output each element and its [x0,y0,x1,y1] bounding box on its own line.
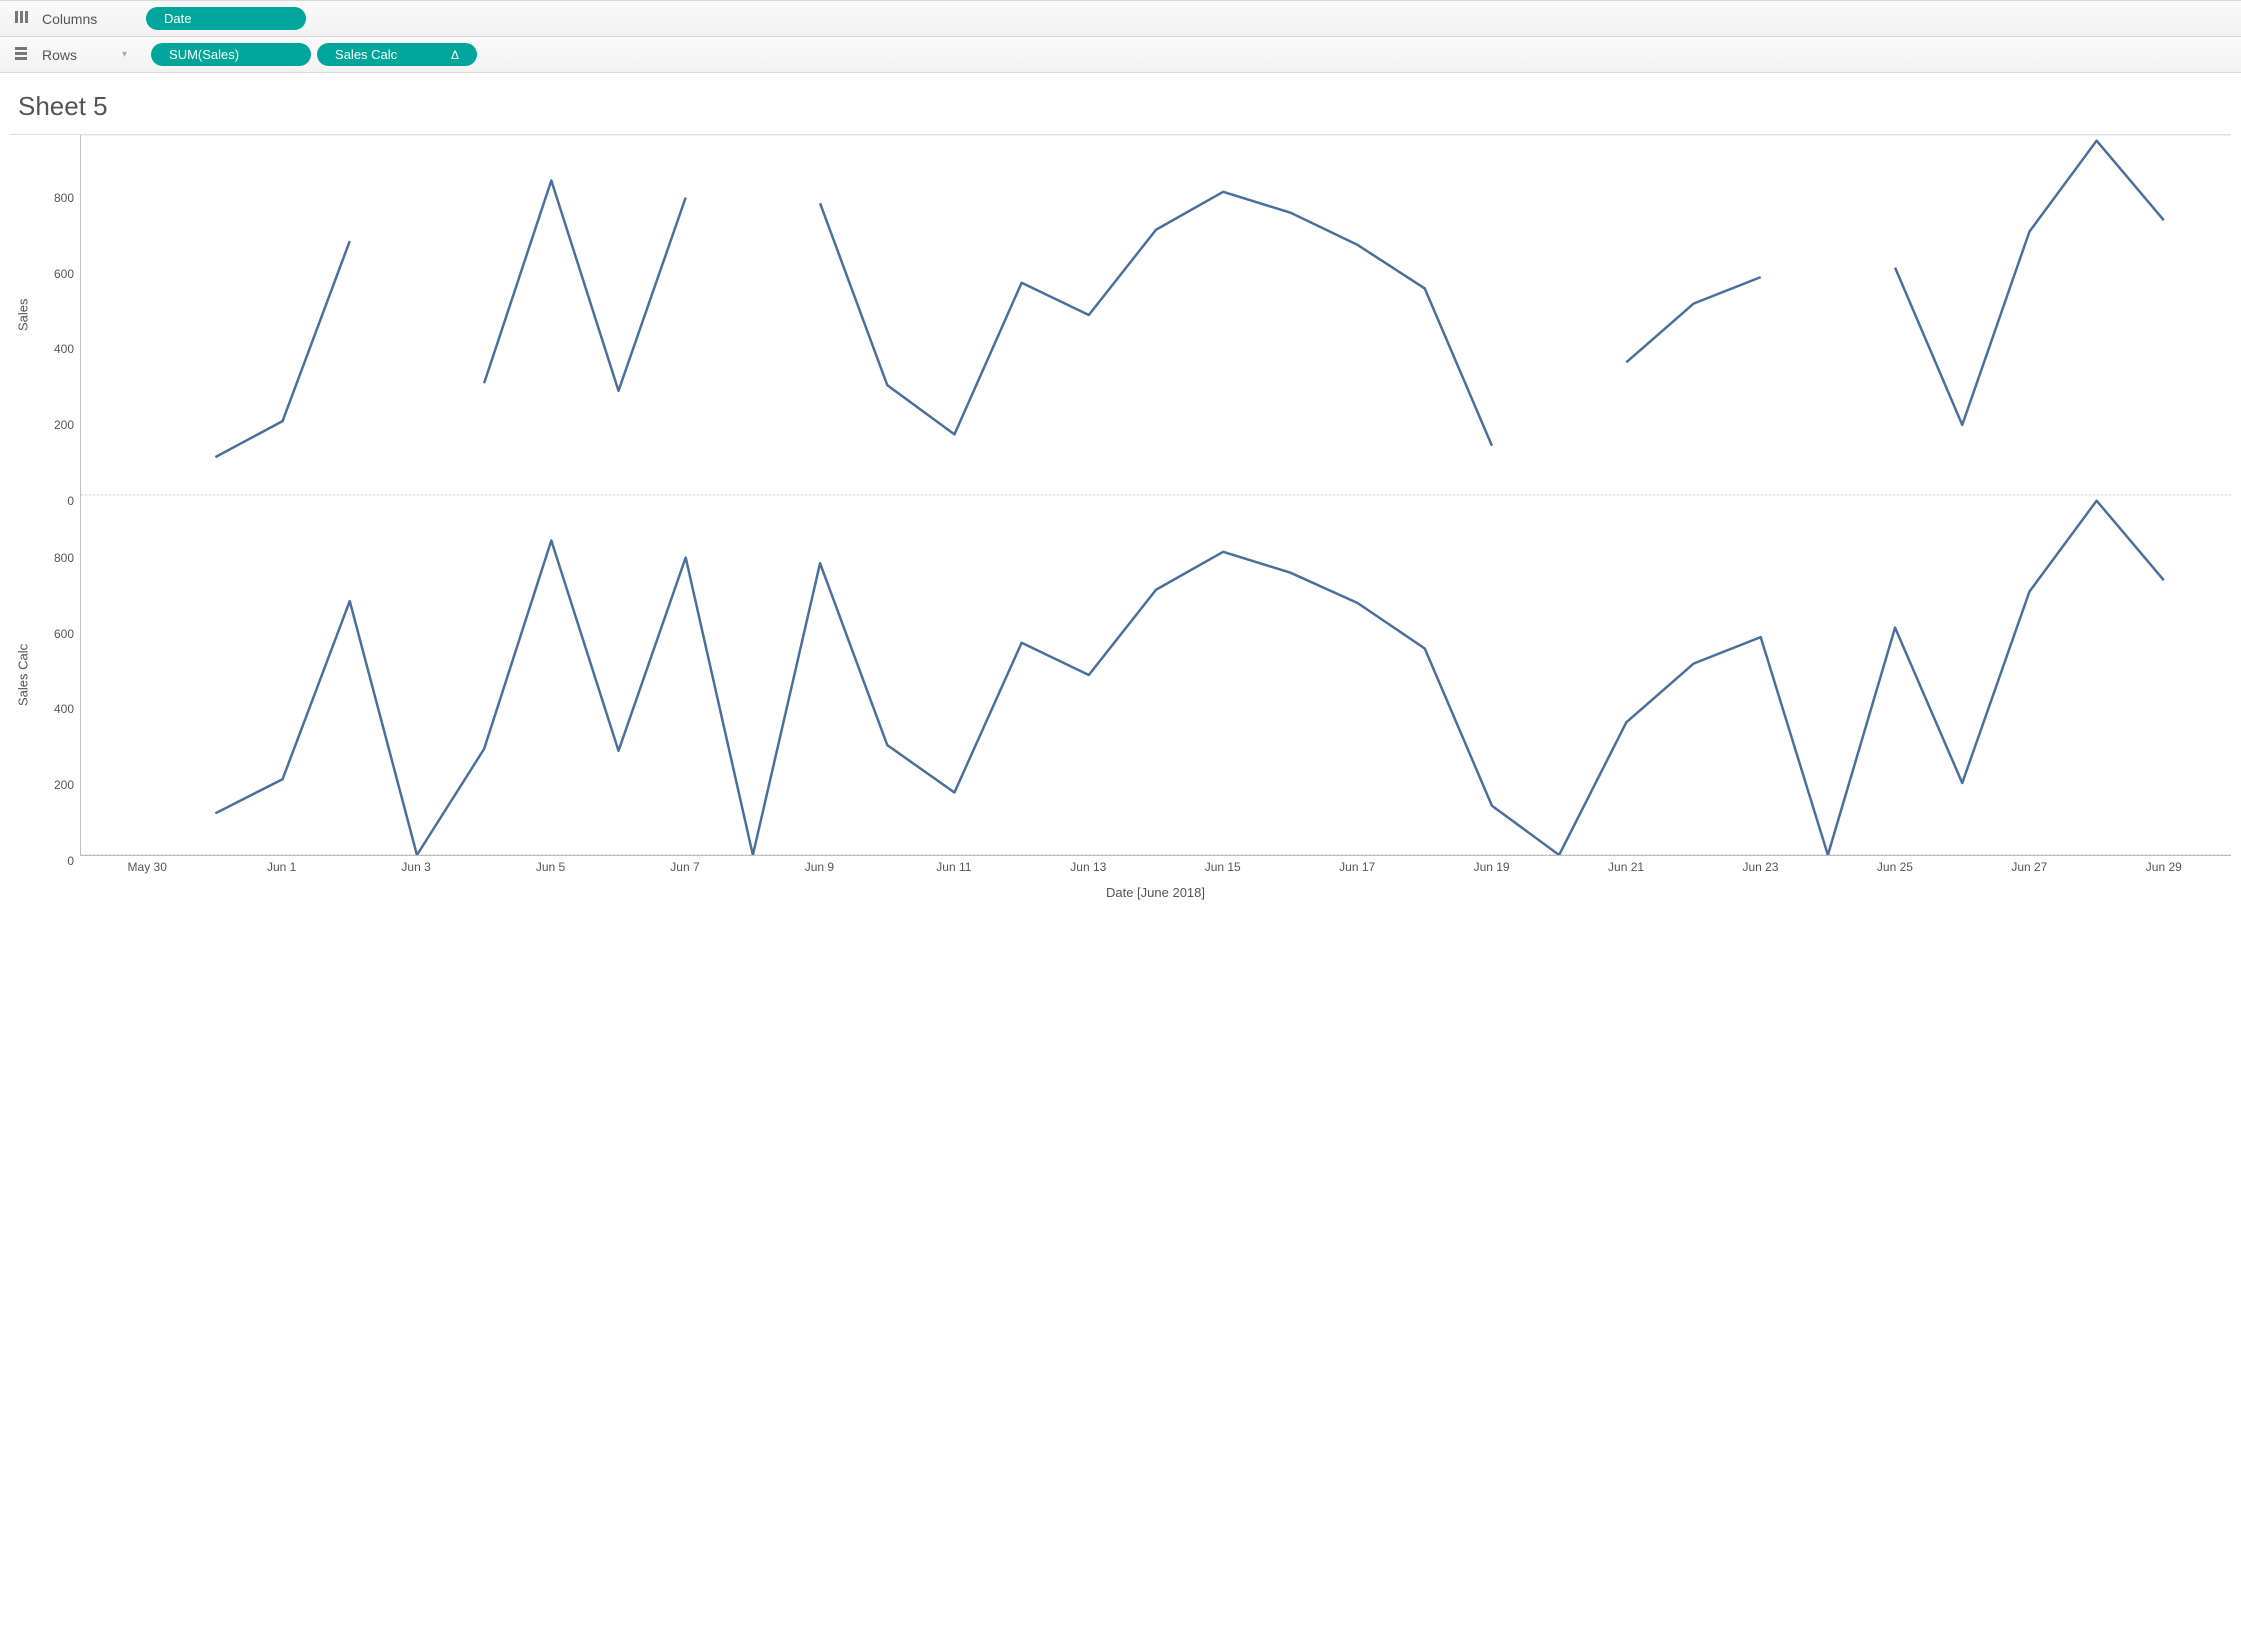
x-tick-label: Jun 1 [267,860,296,874]
pill-label: Date [164,11,191,26]
x-tick-label: Jun 5 [536,860,565,874]
x-tick-label: Jun 19 [1474,860,1510,874]
pill-label: Sales Calc [335,47,397,62]
x-tick-label: Jun 11 [936,860,971,874]
y-tick-label: 400 [54,702,74,716]
y-axis-title: Sales Calc [10,495,36,855]
chart-line[interactable] [820,192,1492,446]
field-pill[interactable]: Date [146,7,306,30]
x-tick-label: Jun 17 [1339,860,1375,874]
y-tick-label: 800 [54,191,74,205]
y-tick-label: 600 [54,267,74,281]
y-tick-label: 200 [54,418,74,432]
x-tick-label: Jun 21 [1608,860,1644,874]
y-tick-label: 0 [67,854,74,868]
rows-icon [10,45,32,65]
chevron-down-icon[interactable]: ▾ [122,49,127,60]
field-pill[interactable]: Sales Calc Δ [317,43,477,66]
x-tick-label: Jun 29 [2146,860,2182,874]
x-tick-label: Jun 13 [1070,860,1106,874]
pill-label: SUM(Sales) [169,47,239,62]
y-axis-title: Sales [10,135,36,495]
shelf-area: Columns Date Rows ▾ SUM(Sales) Sales Calc… [0,0,2241,73]
columns-icon [10,9,32,29]
y-tick-label: 200 [54,778,74,792]
x-tick-label: Jun 23 [1742,860,1778,874]
y-tick-label: 400 [54,342,74,356]
table-calc-icon: Δ [451,48,459,62]
rows-label: Rows [42,47,122,63]
y-tick-label: 800 [54,551,74,565]
viz-area: Sales0200400600800Sales Calc020040060080… [10,134,2231,914]
x-tick-label: Jun 25 [1877,860,1913,874]
x-tick-label: Jun 7 [670,860,699,874]
chart-line[interactable] [1895,141,2164,425]
x-axis-title: Date [June 2018] [80,877,2231,914]
rows-shelf[interactable]: Rows ▾ SUM(Sales) Sales Calc Δ [0,36,2241,72]
columns-label: Columns [42,11,122,27]
chart-line[interactable] [215,501,2163,855]
chart-line[interactable] [1626,277,1760,362]
chart-line[interactable] [215,241,349,457]
plot-area[interactable] [80,495,2231,855]
y-axis-ticks[interactable]: 0200400600800 [36,495,80,855]
chart-line[interactable] [484,180,686,390]
columns-shelf[interactable]: Columns Date [0,0,2241,36]
y-tick-label: 600 [54,627,74,641]
field-pill[interactable]: SUM(Sales) [151,43,311,66]
x-tick-label: Jun 27 [2011,860,2047,874]
sheet-title[interactable]: Sheet 5 [0,73,2241,134]
x-tick-label: Jun 15 [1205,860,1241,874]
y-axis-ticks[interactable]: 0200400600800 [36,135,80,495]
x-tick-label: Jun 3 [401,860,430,874]
plot-area[interactable] [80,135,2231,495]
x-axis-ticks[interactable]: May 30 Jun 1 Jun 3 Jun 5 Jun 7 Jun 9 Jun 11 Jun… [80,855,2231,877]
x-tick-label: Jun 9 [805,860,834,874]
x-tick-label: May 30 [128,860,167,874]
